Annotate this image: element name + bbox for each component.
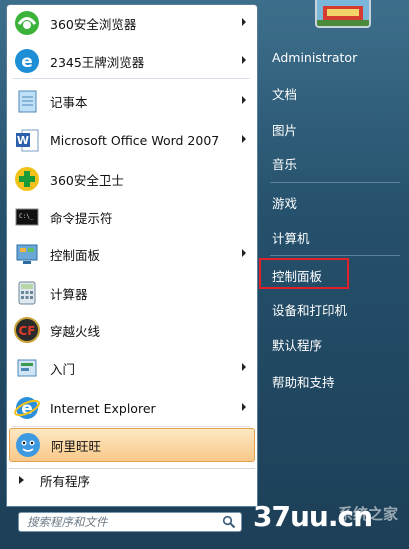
ie-icon: e [12,393,42,423]
calculator-icon [12,278,42,308]
program-label: Microsoft Office Word 2007 [50,132,220,148]
program-label: 入门 [50,361,76,377]
chevron-right-icon[interactable] [242,249,246,257]
program-item[interactable]: e 2345王牌浏览器 [9,44,255,78]
user-avatar-icon [317,0,369,26]
360-safe-icon [12,164,42,194]
search-icon[interactable] [222,515,236,529]
svg-text:W: W [17,134,29,147]
chevron-right-icon[interactable] [242,403,246,411]
place-item[interactable]: 图片 [272,120,297,139]
crossfire-icon: CF [12,315,42,345]
program-label: 命令提示符 [50,210,113,226]
highlight-box [259,258,349,289]
menu-divider [12,78,250,79]
places-divider [270,255,400,256]
watermark-sub: 系统之家 [338,505,399,523]
search-placeholder: 搜索程序和文件 [27,515,108,529]
cmd-icon: C:\_ [12,202,42,232]
program-item[interactable]: 阿里旺旺 [9,428,255,462]
program-label: 计算器 [50,286,88,302]
program-item[interactable]: 记事本 [9,84,255,118]
chevron-right-icon[interactable] [242,96,246,104]
program-item[interactable]: 计算器 [9,276,255,310]
control-panel-icon [12,239,42,269]
svg-text:CF: CF [18,324,35,338]
place-item[interactable]: 游戏 [272,193,297,212]
program-label: 2345王牌浏览器 [50,54,145,70]
program-item[interactable]: C:\_ 命令提示符 [9,200,255,234]
start-menu: 所有程序 搜索程序和文件 Administrator 文档图片音乐游戏计算机控制面… [0,0,409,549]
triangle-right-icon [19,476,24,484]
program-item[interactable]: 360安全浏览器 [9,6,255,40]
places-divider [270,182,400,183]
word-icon: W [12,125,42,155]
all-programs-label: 所有程序 [40,473,91,489]
place-item[interactable]: 音乐 [272,154,297,173]
search-box[interactable]: 搜索程序和文件 [18,512,242,532]
menu-divider [12,426,250,427]
program-item[interactable]: e Internet Explorer [9,391,255,425]
notepad-icon [12,86,42,116]
2345-browser-icon: e [12,46,42,76]
place-item[interactable]: 默认程序 [272,335,322,354]
svg-text:e: e [21,52,33,72]
program-label: 穿越火线 [50,323,101,339]
program-item[interactable]: 360安全卫士 [9,162,255,196]
place-item[interactable]: 设备和打印机 [272,300,347,319]
all-programs-button[interactable]: 所有程序 [9,468,255,491]
chevron-right-icon[interactable] [242,363,246,371]
aliwangwang-icon [13,430,43,460]
getting-started-icon [12,353,42,383]
program-label: 阿里旺旺 [51,438,102,454]
chevron-right-icon[interactable] [242,135,246,143]
user-picture[interactable] [315,0,371,28]
svg-text:C:\_: C:\_ [19,213,34,220]
place-item[interactable]: 文档 [272,84,297,103]
360-browser-icon [12,8,42,38]
place-item[interactable]: 帮助和支持 [272,372,335,391]
program-item[interactable]: 入门 [9,351,255,385]
chevron-right-icon[interactable] [242,18,246,26]
program-label: 控制面板 [50,247,101,263]
program-item[interactable]: 控制面板 [9,237,255,271]
program-label: 360安全卫士 [50,172,124,188]
places-panel: Administrator 文档 图片 音乐 游戏 计算机 控制面板 设备和打印机 默认程序 帮助… [262,0,409,510]
chevron-right-icon[interactable] [242,56,246,64]
program-item[interactable]: W Microsoft Office Word 2007 [9,123,255,157]
program-label: 360安全浏览器 [50,16,137,32]
program-label: 记事本 [50,94,88,110]
program-item[interactable]: CF 穿越火线 [9,313,255,347]
place-item[interactable]: Administrator [272,50,357,65]
program-label: Internet Explorer [50,400,156,416]
place-item[interactable]: 计算机 [272,228,310,247]
